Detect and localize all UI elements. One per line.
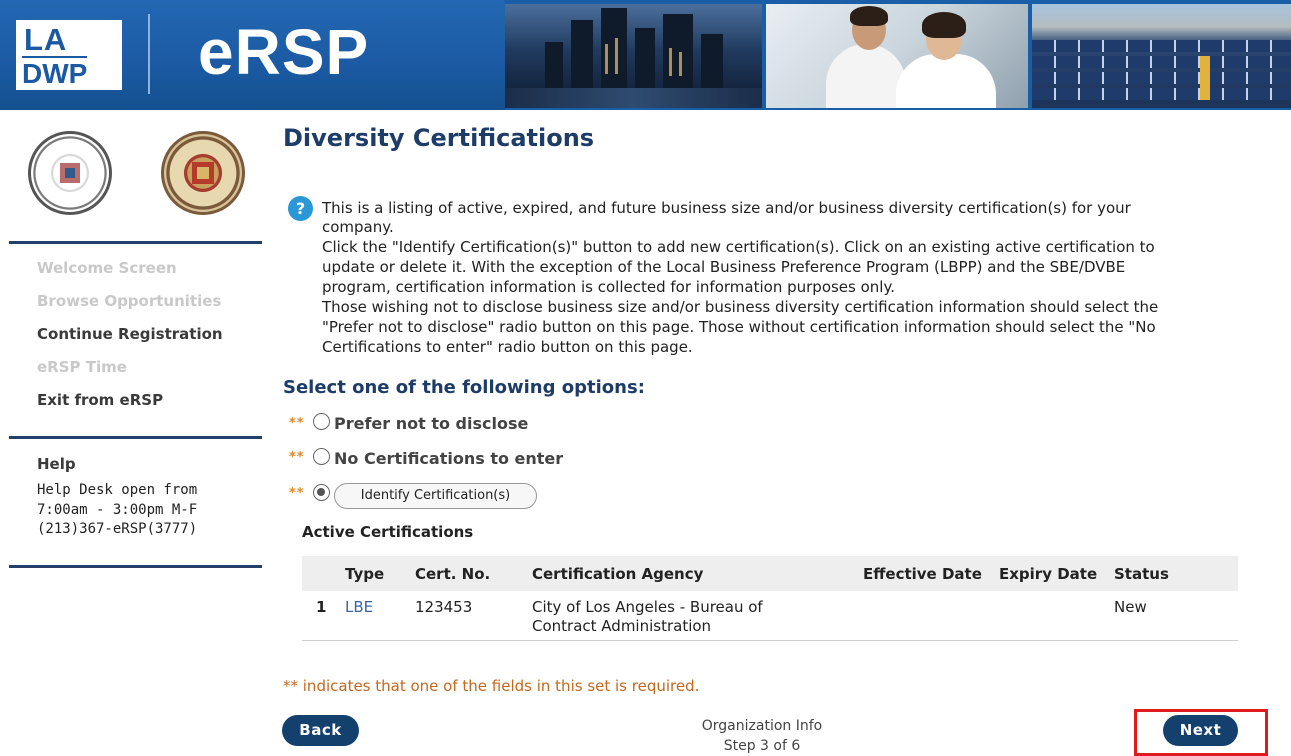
info-text-line: Click the "Identify Certification(s)" bu… (322, 238, 1155, 256)
info-text-line: "Prefer not to disclose" radio button on… (322, 318, 1156, 336)
back-button[interactable]: Back (282, 715, 359, 746)
required-marker: ** (289, 416, 305, 431)
prefer-not-to-disclose-label[interactable]: Prefer not to disclose (334, 414, 528, 433)
row-index: 1 (316, 598, 327, 616)
prefer-not-to-disclose-radio[interactable] (313, 413, 330, 430)
identify-certifications-button[interactable]: Identify Certification(s) (334, 483, 537, 509)
cell-agency-line1: City of Los Angeles - Bureau of (532, 598, 763, 616)
column-header-type[interactable]: Type (345, 565, 384, 583)
help-info-icon[interactable]: ? (288, 196, 313, 221)
required-marker: ** (289, 450, 305, 465)
info-text-line: This is a listing of active, expired, an… (322, 199, 1131, 217)
sidebar-item-browse-opportunities[interactable]: Browse Opportunities (37, 292, 221, 310)
header-banner: LA DWP eRSP (0, 0, 1291, 110)
sidebar-item-welcome-screen[interactable]: Welcome Screen (37, 259, 177, 277)
sidebar-item-ersp-time[interactable]: eRSP Time (37, 358, 127, 376)
cell-type[interactable]: LBE (345, 598, 373, 616)
ladwp-logo[interactable]: LA DWP (16, 20, 122, 90)
city-skyline-photo (505, 4, 762, 108)
app-name: eRSP (198, 16, 370, 88)
column-header-status[interactable]: Status (1114, 565, 1169, 583)
identify-certifications-radio[interactable] (313, 484, 330, 501)
info-text-line: update or delete it. With the exception … (322, 258, 1126, 276)
table-row-divider (302, 640, 1238, 641)
logo-text-line1: LA (24, 22, 68, 57)
logo-text-line2: DWP (22, 56, 88, 89)
sidebar-divider-bottom (9, 565, 262, 568)
dwp-department-seal (28, 131, 112, 215)
city-of-los-angeles-seal (161, 131, 245, 215)
sidebar-item-exit-from-ersp[interactable]: Exit from eRSP (37, 391, 163, 409)
column-header-certification-agency[interactable]: Certification Agency (532, 565, 703, 583)
cell-status: New (1114, 598, 1147, 616)
sidebar-item-continue-registration[interactable]: Continue Registration (37, 325, 223, 343)
no-certifications-radio[interactable] (313, 448, 330, 465)
no-certifications-label[interactable]: No Certifications to enter (334, 449, 563, 468)
next-button-highlight (1134, 709, 1268, 756)
help-desk-phone-line: (213)367-eRSP(3777) (37, 521, 198, 537)
sidebar-divider-top (9, 241, 262, 244)
help-title: Help (37, 455, 76, 473)
info-text-line: Certifications to enter" radio button on… (322, 338, 693, 356)
banner-divider (148, 14, 150, 94)
column-header-cert-no[interactable]: Cert. No. (415, 565, 490, 583)
active-certifications-title: Active Certifications (302, 523, 474, 541)
step-progress: Step 3 of 6 (723, 738, 801, 754)
cell-agency-line2: Contract Administration (532, 617, 712, 635)
sidebar-divider-middle (9, 436, 262, 439)
info-text-line: Those wishing not to disclose business s… (322, 298, 1159, 316)
info-text-line: company. (322, 218, 394, 236)
info-text-line: program, certification information is co… (322, 278, 895, 296)
help-desk-hours-line: Help Desk open from (37, 482, 198, 498)
solar-panels-photo (1032, 4, 1291, 108)
cell-cert-no: 123453 (415, 598, 473, 616)
help-desk-time-line: 7:00am - 3:00pm M-F (37, 502, 198, 518)
page-title: Diversity Certifications (283, 124, 595, 152)
required-footnote: ** indicates that one of the fields in t… (283, 677, 700, 695)
step-section-name: Organization Info (701, 718, 823, 734)
lab-scientists-photo (766, 4, 1028, 108)
options-section-title: Select one of the following options: (283, 377, 645, 398)
required-marker: ** (289, 486, 305, 501)
column-header-effective-date[interactable]: Effective Date (863, 565, 982, 583)
column-header-expiry-date[interactable]: Expiry Date (999, 565, 1097, 583)
